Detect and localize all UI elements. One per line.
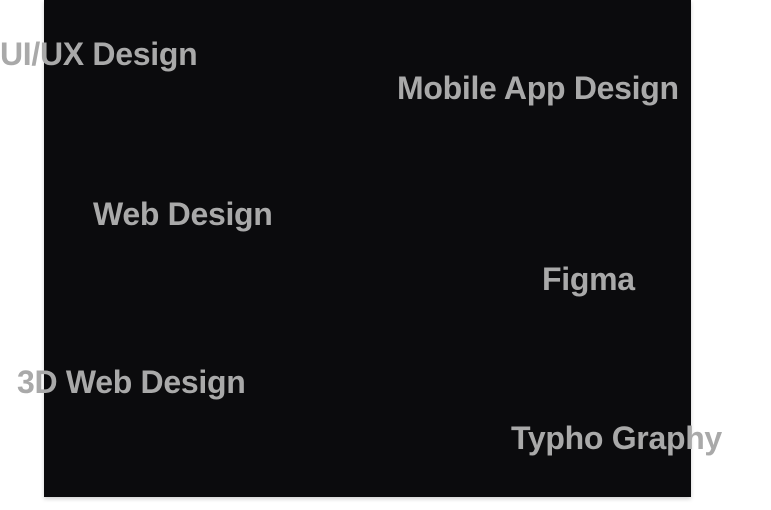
tag-figma[interactable]: Figma	[542, 263, 635, 295]
tag-3d-web-design[interactable]: 3D Web Design	[17, 366, 246, 398]
tag-ui-ux-design[interactable]: UI/UX Design	[0, 38, 198, 70]
tag-mobile-app-design[interactable]: Mobile App Design	[397, 72, 679, 104]
page: { "panel": { "background": "#0b0b0d", "t…	[0, 0, 771, 510]
tag-web-design[interactable]: Web Design	[93, 198, 273, 230]
tag-typho-graphy[interactable]: Typho Graphy	[511, 422, 722, 454]
